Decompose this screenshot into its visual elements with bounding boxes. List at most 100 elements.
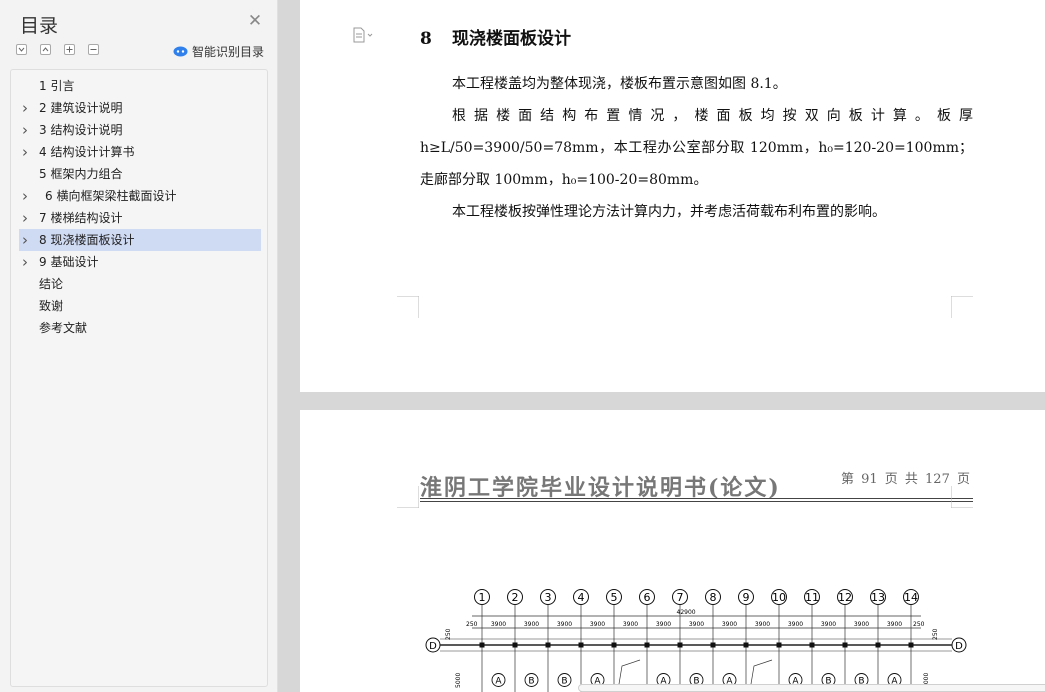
horizontal-scrollbar[interactable] — [578, 684, 1045, 692]
axis-number: 10 — [772, 591, 786, 604]
toc-item-label: 1 引言 — [39, 79, 75, 93]
row-label: D — [429, 641, 437, 652]
document-area[interactable]: 8 现浇楼面板设计 本工程楼盖均为整体现浇，楼板布置示意图如图 8.1。 根据楼面… — [278, 0, 1045, 692]
edge-dimension: 250 — [466, 621, 478, 628]
axis-number: 14 — [904, 591, 918, 604]
crop-mark — [951, 296, 973, 318]
total-dimension: 42900 — [677, 609, 696, 616]
document-options-icon[interactable] — [352, 27, 374, 43]
chevron-right-icon[interactable]: › — [22, 119, 32, 141]
axis-number: 6 — [644, 591, 651, 604]
toc-item[interactable]: › 4 结构设计计算书 — [19, 141, 261, 163]
bay-dimension: 3900 — [722, 621, 737, 628]
slab-label: B — [528, 677, 534, 687]
axis-number: 3 — [545, 591, 552, 604]
bay-dimension: 3900 — [524, 621, 539, 628]
toc-item-label: 4 结构设计计算书 — [39, 145, 135, 159]
toc-title: 目录 — [20, 15, 59, 37]
bay-dimension: 3900 — [656, 621, 671, 628]
toc-item[interactable]: › 8 现浇楼面板设计 — [19, 229, 261, 251]
column — [710, 642, 716, 648]
axis-number: 4 — [578, 591, 585, 604]
toc-item-label: 9 基础设计 — [39, 255, 99, 269]
toc-item[interactable]: › 3 结构设计说明 — [19, 119, 261, 141]
toc-item[interactable]: 5 框架内力组合 — [19, 163, 261, 185]
slab-label: A — [495, 677, 502, 687]
expand-all-icon[interactable] — [40, 44, 51, 55]
toc-item[interactable]: › 9 基础设计 — [19, 251, 261, 273]
ai-cloud-icon — [173, 46, 188, 57]
ai-recognize-toc-label: 智能识别目录 — [192, 44, 265, 59]
ai-recognize-toc-button[interactable]: 智能识别目录 — [173, 43, 264, 59]
paragraph-2: 根据楼面结构布置情况，楼面板均按双向板计算。板厚h≥L/50=3900/50=7… — [420, 108, 973, 188]
chevron-right-icon[interactable]: › — [22, 207, 32, 229]
remove-heading-icon[interactable] — [88, 44, 99, 55]
toc-list: 1 引言 › 2 建筑设计说明 › 3 结构设计说明 › 4 结构设计计算书 5 框架内力组合… — [10, 69, 268, 687]
toc-item[interactable]: › 6 横向框架梁柱截面设计 — [19, 185, 261, 207]
side-dimension: 250 — [932, 628, 939, 640]
close-icon[interactable]: ✕ — [246, 12, 264, 30]
side-dimension: 250 — [445, 628, 452, 640]
toc-item[interactable]: 1 引言 — [19, 75, 261, 97]
bay-dimension: 3900 — [887, 621, 902, 628]
row-label: D — [955, 641, 963, 652]
chevron-right-icon[interactable]: › — [22, 141, 32, 163]
chevron-right-icon[interactable]: › — [22, 185, 32, 207]
toc-item[interactable]: 结论 — [19, 273, 261, 295]
column — [479, 642, 485, 648]
document-page: 淮阴工学院毕业设计说明书(论文) 第 91 页 共 127 页 12345678… — [300, 410, 1045, 692]
column — [677, 642, 683, 648]
column — [512, 642, 518, 648]
axis-number: 9 — [743, 591, 750, 604]
axis-number: 12 — [838, 591, 852, 604]
floor-plan-drawing: 1 2 3 4 5 6 7 8 9 10 11 12 13 1442900250 2503900 3900 39… — [425, 589, 967, 692]
column — [743, 642, 749, 648]
bay-dimension: 3900 — [755, 621, 770, 628]
add-heading-icon[interactable] — [64, 44, 75, 55]
column — [842, 642, 848, 648]
toc-item-label: 5 框架内力组合 — [39, 167, 123, 181]
toc-item-label: 致谢 — [39, 299, 64, 313]
bay-dimension: 3900 — [689, 621, 704, 628]
header-rule — [420, 498, 973, 499]
header-rule — [420, 501, 973, 502]
toc-item-label: 结论 — [39, 277, 64, 291]
chevron-right-icon[interactable]: › — [22, 229, 32, 251]
collapse-all-icon[interactable] — [16, 44, 27, 55]
chevron-right-icon[interactable]: › — [22, 97, 32, 119]
toc-item-label: 8 现浇楼面板设计 — [39, 233, 135, 247]
toc-item-label: 7 楼梯结构设计 — [39, 211, 123, 225]
column — [578, 642, 584, 648]
toc-item-label: 参考文献 — [39, 321, 88, 335]
edge-dimension: 250 — [913, 621, 925, 628]
toc-item[interactable]: 参考文献 — [19, 317, 261, 339]
paragraph-1: 本工程楼盖均为整体现浇，楼板布置示意图如图 8.1。 — [452, 76, 787, 92]
section-heading: 8 现浇楼面板设计 — [420, 24, 571, 49]
column — [611, 642, 617, 648]
axis-number: 2 — [512, 591, 519, 604]
column — [644, 642, 650, 648]
axis-number: 7 — [677, 591, 684, 604]
vertical-dimension: 5000 — [455, 673, 462, 688]
toc-panel: 目录 ✕ 智能识别目录 1 引言 › 2 建筑设计说明 › 3 结构设计说明 › 4 结构设… — [0, 0, 278, 692]
bay-dimension: 3900 — [821, 621, 836, 628]
axis-number: 11 — [805, 591, 819, 604]
bay-dimension: 3900 — [788, 621, 803, 628]
bay-dimension: 3900 — [491, 621, 506, 628]
chevron-right-icon[interactable]: › — [22, 251, 32, 273]
toc-item-label: 3 结构设计说明 — [39, 123, 123, 137]
axis-number: 5 — [611, 591, 618, 604]
axis-number: 8 — [710, 591, 717, 604]
section-number: 8 — [420, 29, 432, 49]
toc-item-label: 2 建筑设计说明 — [39, 101, 123, 115]
toc-item[interactable]: › 2 建筑设计说明 — [19, 97, 261, 119]
slab-label: B — [561, 677, 567, 687]
bay-dimension: 3900 — [854, 621, 869, 628]
bay-dimension: 3900 — [623, 621, 638, 628]
toc-item[interactable]: 致谢 — [19, 295, 261, 317]
paragraph-3: 本工程楼板按弹性理论方法计算内力，并考虑活荷载布利布置的影响。 — [452, 204, 886, 220]
toc-item[interactable]: › 7 楼梯结构设计 — [19, 207, 261, 229]
axis-number: 1 — [479, 591, 486, 604]
page-counter: 第 91 页 共 127 页 — [840, 472, 970, 487]
axis-number: 13 — [871, 591, 885, 604]
